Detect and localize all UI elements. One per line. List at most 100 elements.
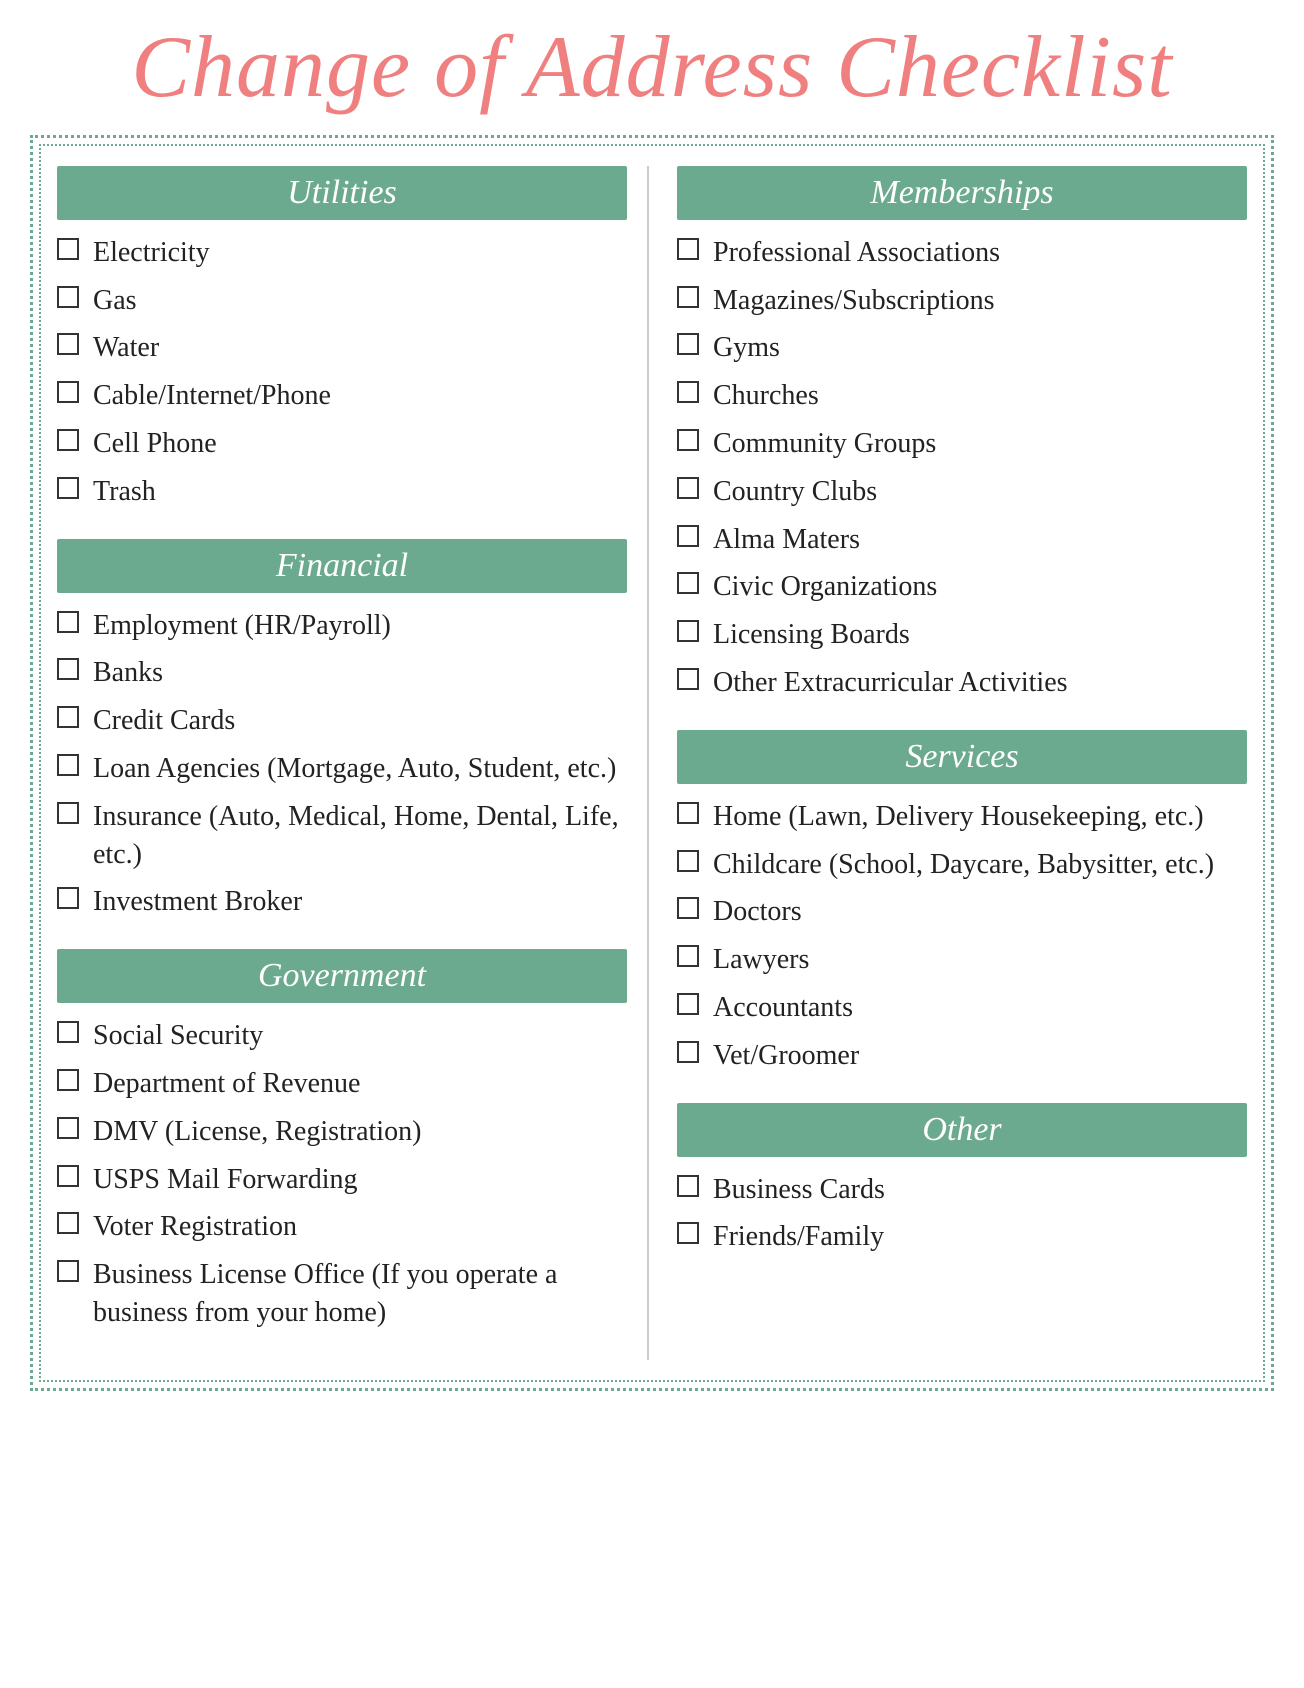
item-text: USPS Mail Forwarding bbox=[93, 1161, 627, 1199]
checkbox[interactable] bbox=[57, 477, 79, 499]
checkbox[interactable] bbox=[677, 381, 699, 403]
checkbox[interactable] bbox=[57, 1069, 79, 1091]
list-item[interactable]: Accountants bbox=[677, 989, 1247, 1027]
checklist-utilities: Electricity Gas Water Cable/Internet/Phone C… bbox=[57, 234, 627, 511]
columns: Utilities Electricity Gas Water Cable/Intern… bbox=[57, 166, 1247, 1360]
checkbox[interactable] bbox=[57, 887, 79, 909]
list-item[interactable]: Churches bbox=[677, 377, 1247, 415]
item-text: Banks bbox=[93, 654, 627, 692]
checkbox[interactable] bbox=[677, 1222, 699, 1244]
section-financial: FinancialEmployment (HR/Payroll)BanksCre… bbox=[57, 539, 627, 922]
list-item[interactable]: Other Extracurricular Activities bbox=[677, 664, 1247, 702]
checkbox[interactable] bbox=[677, 525, 699, 547]
section-header-services: Services bbox=[677, 730, 1247, 784]
list-item[interactable]: Banks bbox=[57, 654, 627, 692]
item-text: Other Extracurricular Activities bbox=[713, 664, 1247, 702]
list-item[interactable]: Social Security bbox=[57, 1017, 627, 1055]
checkbox[interactable] bbox=[677, 572, 699, 594]
checkbox[interactable] bbox=[57, 706, 79, 728]
checkbox[interactable] bbox=[677, 286, 699, 308]
checkbox[interactable] bbox=[677, 945, 699, 967]
list-item[interactable]: DMV (License, Registration) bbox=[57, 1113, 627, 1151]
inner-border: Utilities Electricity Gas Water Cable/Intern… bbox=[39, 144, 1265, 1382]
checkbox[interactable] bbox=[57, 1165, 79, 1187]
list-item[interactable]: Business Cards bbox=[677, 1171, 1247, 1209]
item-text: Magazines/Subscriptions bbox=[713, 282, 1247, 320]
section-memberships: MembershipsProfessional AssociationsMaga… bbox=[677, 166, 1247, 702]
checkbox[interactable] bbox=[677, 620, 699, 642]
checkbox[interactable] bbox=[677, 897, 699, 919]
checkbox[interactable] bbox=[57, 611, 79, 633]
item-text: Social Security bbox=[93, 1017, 627, 1055]
item-text: Department of Revenue bbox=[93, 1065, 627, 1103]
list-item[interactable]: Community Groups bbox=[677, 425, 1247, 463]
checkbox[interactable] bbox=[677, 850, 699, 872]
list-item[interactable]: Doctors bbox=[677, 893, 1247, 931]
list-item[interactable]: Professional Associations bbox=[677, 234, 1247, 272]
list-item[interactable]: Lawyers bbox=[677, 941, 1247, 979]
checkbox[interactable] bbox=[57, 802, 79, 824]
list-item[interactable]: Licensing Boards bbox=[677, 616, 1247, 654]
list-item[interactable]: Department of Revenue bbox=[57, 1065, 627, 1103]
checkbox[interactable] bbox=[57, 1117, 79, 1139]
checkbox[interactable] bbox=[677, 477, 699, 499]
checkbox[interactable] bbox=[57, 1260, 79, 1282]
item-text: Licensing Boards bbox=[713, 616, 1247, 654]
checkbox[interactable] bbox=[677, 238, 699, 260]
list-item[interactable]: USPS Mail Forwarding bbox=[57, 1161, 627, 1199]
checkbox[interactable] bbox=[57, 333, 79, 355]
checkbox[interactable] bbox=[57, 1021, 79, 1043]
section-services: Services Home (Lawn, Delivery Housekeepin… bbox=[677, 730, 1247, 1075]
list-item[interactable]: Loan Agencies (Mortgage, Auto, Student, … bbox=[57, 750, 627, 788]
checkbox[interactable] bbox=[57, 429, 79, 451]
checkbox[interactable] bbox=[677, 1175, 699, 1197]
checklist-memberships: Professional Associations Magazines/Subsc… bbox=[677, 234, 1247, 702]
list-item[interactable]: Alma Maters bbox=[677, 521, 1247, 559]
item-text: Employment (HR/Payroll) bbox=[93, 607, 627, 645]
list-item[interactable]: Credit Cards bbox=[57, 702, 627, 740]
checkbox[interactable] bbox=[57, 658, 79, 680]
checkbox[interactable] bbox=[677, 429, 699, 451]
item-text: Business License Office (If you operate … bbox=[93, 1256, 627, 1332]
list-item[interactable]: Voter Registration bbox=[57, 1208, 627, 1246]
checkbox[interactable] bbox=[677, 668, 699, 690]
list-item[interactable]: Country Clubs bbox=[677, 473, 1247, 511]
list-item[interactable]: Cell Phone bbox=[57, 425, 627, 463]
checkbox[interactable] bbox=[677, 993, 699, 1015]
checkbox[interactable] bbox=[677, 1041, 699, 1063]
checkbox[interactable] bbox=[57, 286, 79, 308]
checkbox[interactable] bbox=[677, 333, 699, 355]
item-text: Voter Registration bbox=[93, 1208, 627, 1246]
outer-border: Utilities Electricity Gas Water Cable/Intern… bbox=[30, 135, 1274, 1391]
list-item[interactable]: Gyms bbox=[677, 329, 1247, 367]
section-header-utilities: Utilities bbox=[57, 166, 627, 220]
list-item[interactable]: Cable/Internet/Phone bbox=[57, 377, 627, 415]
item-text: Vet/Groomer bbox=[713, 1037, 1247, 1075]
item-text: Accountants bbox=[713, 989, 1247, 1027]
list-item[interactable]: Civic Organizations bbox=[677, 568, 1247, 606]
checklist-financial: Employment (HR/Payroll) Banks Credit Cards… bbox=[57, 607, 627, 922]
item-text: Doctors bbox=[713, 893, 1247, 931]
list-item[interactable]: Business License Office (If you operate … bbox=[57, 1256, 627, 1332]
list-item[interactable]: Investment Broker bbox=[57, 883, 627, 921]
checkbox[interactable] bbox=[57, 1212, 79, 1234]
checkbox[interactable] bbox=[677, 802, 699, 824]
checkbox[interactable] bbox=[57, 381, 79, 403]
item-text: Gas bbox=[93, 282, 627, 320]
list-item[interactable]: Friends/Family bbox=[677, 1218, 1247, 1256]
list-item[interactable]: Water bbox=[57, 329, 627, 367]
list-item[interactable]: Vet/Groomer bbox=[677, 1037, 1247, 1075]
list-item[interactable]: Electricity bbox=[57, 234, 627, 272]
list-item[interactable]: Home (Lawn, Delivery Housekeeping, etc.) bbox=[677, 798, 1247, 836]
right-column: MembershipsProfessional AssociationsMaga… bbox=[649, 166, 1247, 1360]
list-item[interactable]: Magazines/Subscriptions bbox=[677, 282, 1247, 320]
checkbox[interactable] bbox=[57, 238, 79, 260]
checkbox[interactable] bbox=[57, 754, 79, 776]
item-text: Trash bbox=[93, 473, 627, 511]
list-item[interactable]: Employment (HR/Payroll) bbox=[57, 607, 627, 645]
item-text: Home (Lawn, Delivery Housekeeping, etc.) bbox=[713, 798, 1247, 836]
list-item[interactable]: Gas bbox=[57, 282, 627, 320]
list-item[interactable]: Insurance (Auto, Medical, Home, Dental, … bbox=[57, 798, 627, 874]
list-item[interactable]: Childcare (School, Daycare, Babysitter, … bbox=[677, 846, 1247, 884]
list-item[interactable]: Trash bbox=[57, 473, 627, 511]
